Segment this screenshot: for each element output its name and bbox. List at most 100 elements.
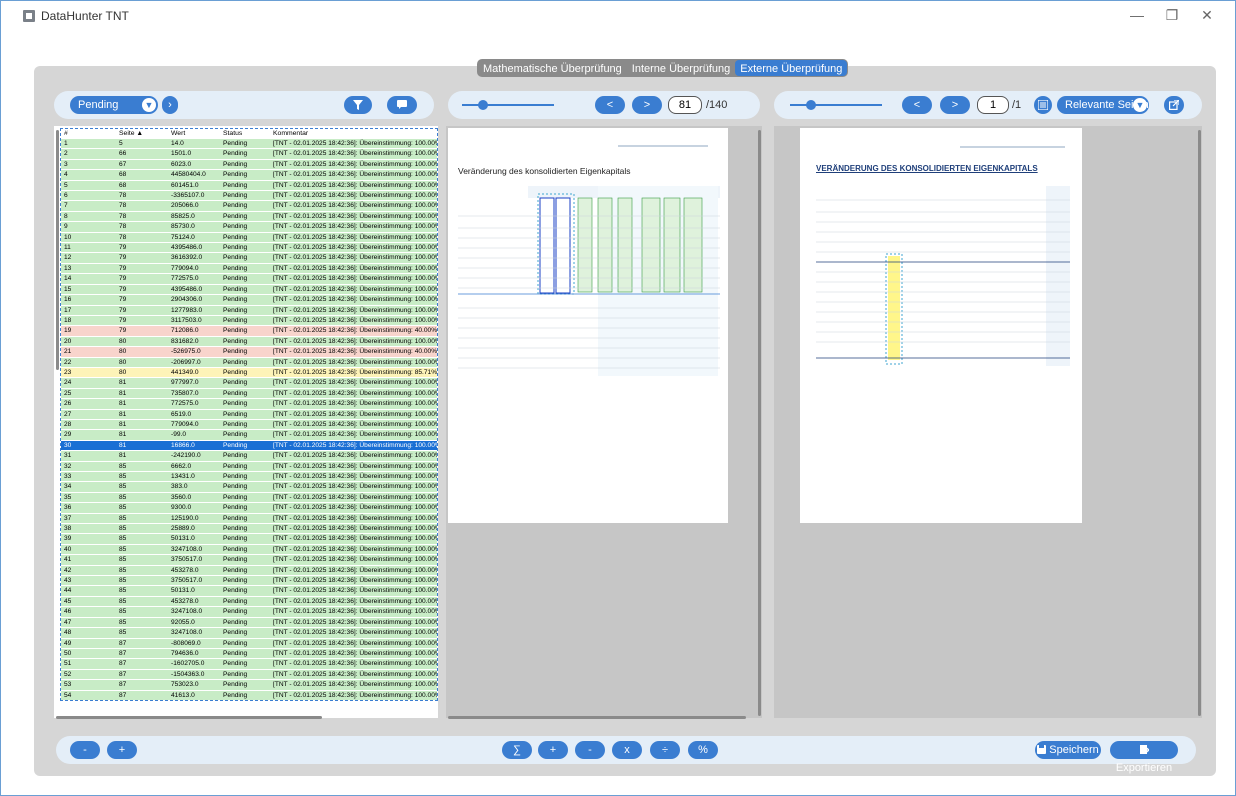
subtract-button[interactable]: - <box>575 741 605 759</box>
next-filter-button[interactable]: › <box>162 96 178 114</box>
table-row[interactable]: 25 81 735807.0 Pending [TNT - 02.01.2025 18:… <box>61 387 437 399</box>
right-prev-page-button[interactable]: < <box>902 96 932 114</box>
table-row[interactable]: 48 85 3247108.0 Pending [TNT - 02.01.2025 18… <box>61 627 437 638</box>
multiply-button[interactable]: x <box>612 741 642 759</box>
table-row[interactable]: 19 79 712086.0 Pending [TNT - 02.01.2025 18:… <box>61 325 437 337</box>
zoom-in-button[interactable]: + <box>107 741 137 759</box>
table-row[interactable]: 10 78 75124.0 Pending [TNT - 02.01.2025 18:4… <box>61 231 437 243</box>
right-page-input[interactable]: 1 <box>977 96 1009 114</box>
table-row[interactable]: 49 87 -808069.0 Pending [TNT - 02.01.2025 18… <box>61 637 437 649</box>
middle-vertical-scrollbar[interactable] <box>758 130 761 716</box>
comment-button[interactable] <box>387 96 417 114</box>
table-row[interactable]: 11 79 4395486.0 Pending [TNT - 02.01.2025 18… <box>61 242 437 253</box>
save-button[interactable]: Speichern <box>1035 741 1101 759</box>
middle-prev-page-button[interactable]: < <box>595 96 625 114</box>
right-next-page-button[interactable]: > <box>940 96 970 114</box>
table-row[interactable]: 42 85 453278.0 Pending [TNT - 02.01.2025 18:… <box>61 564 437 576</box>
table-row[interactable]: 43 85 3750517.0 Pending [TNT - 02.01.2025 18… <box>61 575 437 586</box>
table-row[interactable]: 3 67 6023.0 Pending [TNT - 02.01.2025 18:42:… <box>61 158 437 170</box>
table-row[interactable]: 36 85 9300.0 Pending [TNT - 02.01.2025 18:42… <box>61 502 437 514</box>
col-header-wert[interactable]: Wert <box>168 129 220 139</box>
table-row[interactable]: 13 79 779094.0 Pending [TNT - 02.01.2025 18:… <box>61 262 437 274</box>
divide-button[interactable]: ÷ <box>650 741 680 759</box>
table-row[interactable]: 9 78 85730.0 Pending [TNT - 02.01.2025 18:42… <box>61 221 437 233</box>
table-row[interactable]: 5 68 601451.0 Pending [TNT - 02.01.2025 18:4… <box>61 179 437 191</box>
right-vertical-scrollbar[interactable] <box>1198 130 1201 716</box>
add-button[interactable]: + <box>538 741 568 759</box>
table-row[interactable]: 16 79 2904306.0 Pending [TNT - 02.01.2025 18… <box>61 294 437 305</box>
cell-status: Pending <box>220 512 270 524</box>
middle-page-input[interactable]: 81 <box>668 96 702 114</box>
table-row[interactable]: 12 79 3616392.0 Pending [TNT - 02.01.2025 18… <box>61 252 437 264</box>
table-row[interactable]: 31 81 -242190.0 Pending [TNT - 02.01.2025 18… <box>61 450 437 462</box>
table-row[interactable]: 24 81 977997.0 Pending [TNT - 02.01.2025 18:… <box>61 377 437 389</box>
table-row[interactable]: 53 87 753023.0 Pending [TNT - 02.01.2025 18:… <box>61 679 437 691</box>
table-row[interactable]: 1 5 14.0 Pending [TNT - 02.01.2025 18:42:36]… <box>61 137 437 149</box>
middle-zoom-slider[interactable] <box>462 104 554 106</box>
col-header-seite[interactable]: Seite ▲ <box>116 129 168 139</box>
table-row[interactable]: 23 80 441349.0 Pending [TNT - 02.01.2025 18:… <box>61 366 437 378</box>
middle-horizontal-scrollbar[interactable] <box>448 716 746 719</box>
table-row[interactable]: 40 85 3247108.0 Pending [TNT - 02.01.2025 18… <box>61 543 437 555</box>
table-row[interactable]: 51 87 -1602705.0 Pending [TNT - 02.01.2025 1… <box>61 658 437 670</box>
table-row[interactable]: 44 85 50131.0 Pending [TNT - 02.01.2025 18:4… <box>61 585 437 597</box>
table-row[interactable]: 52 87 -1504363.0 Pending [TNT - 02.01.2025 1… <box>61 668 437 680</box>
right-zoom-slider-handle[interactable] <box>806 100 816 110</box>
table-row[interactable]: 46 85 3247108.0 Pending [TNT - 02.01.2025 18… <box>61 606 437 618</box>
table-row[interactable]: 26 81 772575.0 Pending [TNT - 02.01.2025 18:… <box>61 398 437 410</box>
table-row[interactable]: 45 85 453278.0 Pending [TNT - 02.01.2025 18:… <box>61 595 437 607</box>
table-row[interactable]: 6 78 -3365107.0 Pending [TNT - 02.01.2025 18… <box>61 190 437 201</box>
table-row[interactable]: 14 79 772575.0 Pending [TNT - 02.01.2025 18:… <box>61 273 437 285</box>
table-row[interactable]: 29 81 -99.0 Pending [TNT - 02.01.2025 18:42:… <box>61 429 437 441</box>
restore-button[interactable]: ❐ <box>1162 7 1182 24</box>
table-row[interactable]: 30 81 16866.0 Pending [TNT - 02.01.2025 18:4… <box>61 439 437 451</box>
table-row[interactable]: 35 85 3560.0 Pending [TNT - 02.01.2025 18:42… <box>61 491 437 503</box>
table-vertical-scrollbar[interactable] <box>56 130 59 370</box>
middle-zoom-slider-handle[interactable] <box>478 100 488 110</box>
tab-interne[interactable]: Interne Überprüfung <box>627 60 735 76</box>
page-filter-dropdown[interactable]: Relevante Seiten ▼ <box>1057 96 1149 114</box>
table-horizontal-scrollbar[interactable] <box>56 716 322 719</box>
percent-button[interactable]: % <box>688 741 718 759</box>
minimize-button[interactable]: — <box>1127 7 1147 23</box>
status-filter-dropdown[interactable]: Pending ▼ <box>70 96 158 114</box>
table-row[interactable]: 50 87 794636.0 Pending [TNT - 02.01.2025 18:… <box>61 647 437 659</box>
zoom-out-button[interactable]: - <box>70 741 100 759</box>
table-row[interactable]: 37 85 125190.0 Pending [TNT - 02.01.2025 18:… <box>61 512 437 524</box>
col-header-status[interactable]: Status <box>220 129 270 139</box>
export-button[interactable]: Exportieren <box>1110 741 1178 774</box>
table-row[interactable]: 38 85 25889.0 Pending [TNT - 02.01.2025 18:4… <box>61 523 437 534</box>
table-row[interactable]: 2 66 1501.0 Pending [TNT - 02.01.2025 18:42:… <box>61 148 437 160</box>
col-header-kommentar[interactable]: Kommentar <box>270 129 437 139</box>
right-zoom-slider[interactable] <box>790 104 882 106</box>
table-row[interactable]: 32 85 6662.0 Pending [TNT - 02.01.2025 18:42… <box>61 460 437 472</box>
table-row[interactable]: 27 81 6519.0 Pending [TNT - 02.01.2025 18:42… <box>61 408 437 420</box>
table-row[interactable]: 54 87 41613.0 Pending [TNT - 02.01.2025 18:4… <box>61 689 437 700</box>
middle-next-page-button[interactable]: > <box>632 96 662 114</box>
table-row[interactable]: 28 81 779094.0 Pending [TNT - 02.01.2025 18:… <box>61 418 437 430</box>
filter-button[interactable] <box>344 96 372 114</box>
open-external-button[interactable] <box>1164 96 1184 114</box>
col-header-index[interactable]: # <box>61 129 116 139</box>
table-row[interactable]: 39 85 50131.0 Pending [TNT - 02.01.2025 18:4… <box>61 533 437 545</box>
table-row[interactable]: 15 79 4395486.0 Pending [TNT - 02.01.2025 18… <box>61 283 437 295</box>
tab-externe[interactable]: Externe Überprüfung <box>735 60 848 76</box>
table-row[interactable]: 34 85 383.0 Pending [TNT - 02.01.2025 18:42:… <box>61 481 437 493</box>
table-row[interactable]: 21 80 -526975.0 Pending [TNT - 02.01.2025 18… <box>61 346 437 358</box>
table-row[interactable]: 20 80 831682.0 Pending [TNT - 02.01.2025 18:… <box>61 335 437 347</box>
table-row[interactable]: 4 68 44580404.0 Pending [TNT - 02.01.2025 18… <box>61 169 437 181</box>
table-row[interactable]: 7 78 205066.0 Pending [TNT - 02.01.2025 18:4… <box>61 200 437 212</box>
close-button[interactable]: ✕ <box>1197 7 1217 24</box>
tab-mathematische[interactable]: Mathematische Überprüfung <box>478 60 627 76</box>
table-row[interactable]: 47 85 92055.0 Pending [TNT - 02.01.2025 18:4… <box>61 616 437 628</box>
list-view-button[interactable] <box>1034 96 1052 114</box>
table-row[interactable]: 8 78 85825.0 Pending [TNT - 02.01.2025 18:42… <box>61 210 437 222</box>
table-row[interactable]: 22 80 -206997.0 Pending [TNT - 02.01.2025 18… <box>61 356 437 368</box>
table-row[interactable]: 17 79 1277983.0 Pending [TNT - 02.01.2025 18… <box>61 304 437 316</box>
table-row[interactable]: 41 85 3750517.0 Pending [TNT - 02.01.2025 18… <box>61 554 437 566</box>
cell-seite: 81 <box>116 408 168 420</box>
cell-index: 17 <box>61 304 116 316</box>
table-row[interactable]: 18 79 3117503.0 Pending [TNT - 02.01.2025 18… <box>61 314 437 326</box>
sum-button[interactable]: ∑ <box>502 741 532 759</box>
table-row[interactable]: 33 85 13431.0 Pending [TNT - 02.01.2025 18:4… <box>61 470 437 482</box>
